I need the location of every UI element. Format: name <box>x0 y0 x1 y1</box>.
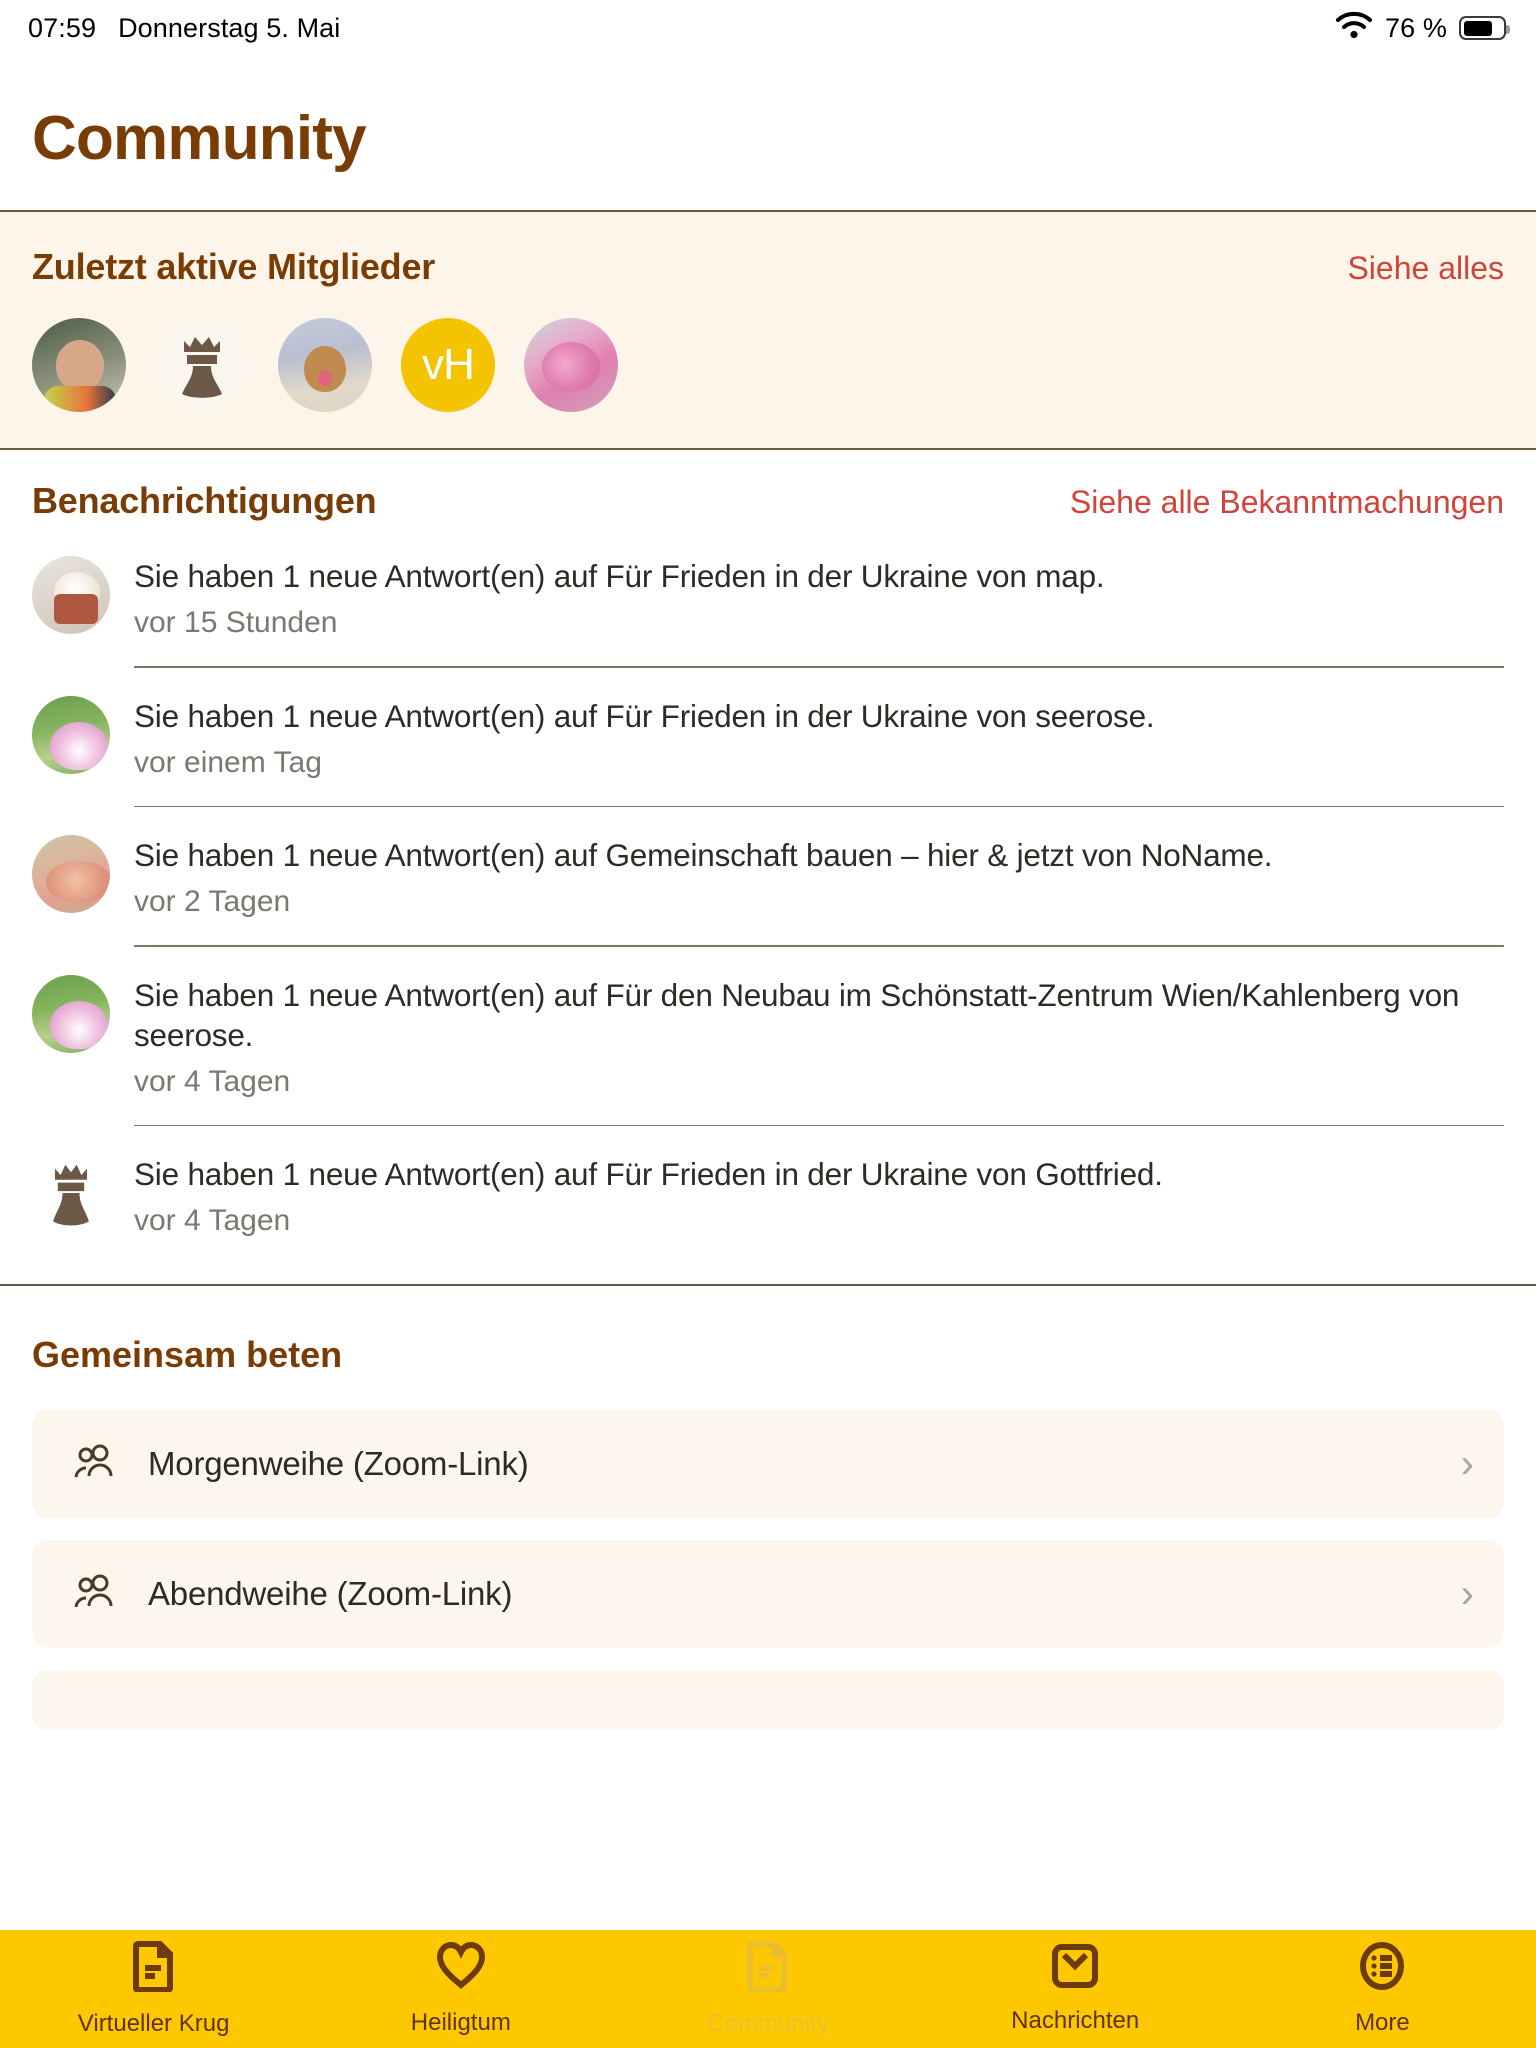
people-icon <box>70 1573 118 1615</box>
battery-percent: 76 % <box>1385 12 1447 43</box>
pray-together-title: Gemeinsam beten <box>32 1334 343 1375</box>
document-icon <box>746 1940 790 1997</box>
avatar-vh-monogram[interactable]: vH <box>401 318 495 412</box>
tab-label: Heiligtum <box>410 2009 511 2036</box>
notification-separator <box>134 945 1504 947</box>
avatar-dog-photo[interactable] <box>278 318 372 412</box>
avatar-crown[interactable] <box>155 318 249 412</box>
notification-text: Sie haben 1 neue Antwort(en) auf Für den… <box>134 976 1460 1053</box>
pray-item-morgenweihe[interactable]: Morgenweihe (Zoom-Link) › <box>32 1410 1504 1518</box>
notification-text: Sie haben 1 neue Antwort(en) auf Für Fri… <box>134 558 1105 594</box>
see-all-announcements-link[interactable]: Siehe alle Bekanntmachungen <box>1070 484 1504 521</box>
page-title: Community <box>32 104 367 173</box>
notification-separator <box>134 805 1504 807</box>
notification-avatar <box>32 835 110 913</box>
status-time: 07:59 <box>28 12 97 43</box>
chevron-right-icon: › <box>1460 1442 1474 1486</box>
notification-avatar <box>32 556 110 634</box>
tab-community[interactable]: Community <box>614 1940 921 2038</box>
crown-icon <box>182 337 222 398</box>
notification-time: vor einem Tag <box>134 745 322 779</box>
notification-avatar <box>32 695 110 774</box>
active-members-section: Zuletzt aktive Mitglieder Siehe alles vH <box>0 212 1536 448</box>
notification-item[interactable]: Sie haben 1 neue Antwort(en) auf Für Fri… <box>32 550 1504 644</box>
notification-time: vor 2 Tagen <box>134 885 291 918</box>
see-all-members-link[interactable]: Siehe alles <box>1347 250 1504 287</box>
heart-icon <box>436 1941 486 1996</box>
notification-time: vor 4 Tagen <box>134 1204 291 1237</box>
notifications-section: Benachrichtigungen Siehe alle Bekanntmac… <box>0 450 1536 1242</box>
notification-text: Sie haben 1 neue Antwort(en) auf Für Fri… <box>134 697 1155 734</box>
bottom-tab-bar: Virtueller Krug Heiligtum Community Nach… <box>0 1930 1536 2048</box>
document-icon <box>132 1940 176 1997</box>
status-bar: 07:59 Donnerstag 5. Mai 76 % <box>0 0 1536 56</box>
notification-text: Sie haben 1 neue Antwort(en) auf Gemeins… <box>134 837 1273 873</box>
notification-time: vor 4 Tagen <box>134 1064 291 1098</box>
avatar-blossom-photo[interactable] <box>524 318 618 412</box>
notification-separator <box>134 1124 1504 1126</box>
pray-together-section: Gemeinsam beten Morgenweihe (Zoom-Link) … <box>0 1286 1536 1730</box>
pray-item-partial[interactable] <box>32 1670 1504 1730</box>
tab-nachrichten[interactable]: Nachrichten <box>922 1943 1229 2035</box>
notification-item[interactable]: Sie haben 1 neue Antwort(en) auf Für den… <box>32 969 1504 1103</box>
app-root: 07:59 Donnerstag 5. Mai 76 % Community Z… <box>0 0 1536 2048</box>
tab-more[interactable]: More <box>1229 1941 1536 2037</box>
tab-virtueller-krug[interactable]: Virtueller Krug <box>0 1940 307 2038</box>
status-date: Donnerstag 5. Mai <box>118 12 341 43</box>
notification-text: Sie haben 1 neue Antwort(en) auf Für Fri… <box>134 1156 1163 1192</box>
notification-item[interactable]: Sie haben 1 neue Antwort(en) auf Für Fri… <box>32 690 1504 784</box>
pray-item-abendweihe[interactable]: Abendweihe (Zoom-Link) › <box>32 1540 1504 1648</box>
pray-item-label: Abendweihe (Zoom-Link) <box>148 1575 513 1612</box>
member-avatar-list: vH <box>32 318 1504 412</box>
tab-label: Nachrichten <box>1011 2007 1140 2034</box>
crown-icon <box>53 1164 89 1226</box>
pray-item-label: Morgenweihe (Zoom-Link) <box>148 1445 529 1482</box>
active-members-title: Zuletzt aktive Mitglieder <box>32 246 436 287</box>
list-circle-icon <box>1358 1941 1406 1996</box>
status-right-cluster: 76 % <box>1335 11 1510 46</box>
wifi-icon <box>1335 11 1373 46</box>
notification-list: Sie haben 1 neue Antwort(en) auf Für Fri… <box>32 550 1504 1242</box>
notification-item[interactable]: Sie haben 1 neue Antwort(en) auf Für Fri… <box>32 1148 1504 1242</box>
page-header: Community <box>0 56 1536 210</box>
notifications-header: Benachrichtigungen Siehe alle Bekanntmac… <box>32 480 1504 522</box>
active-members-header: Zuletzt aktive Mitglieder Siehe alles <box>32 246 1504 288</box>
people-icon <box>70 1443 118 1485</box>
notification-avatar <box>32 1154 110 1232</box>
notification-item[interactable]: Sie haben 1 neue Antwort(en) auf Gemeins… <box>32 829 1504 923</box>
chevron-right-icon: › <box>1460 1572 1474 1616</box>
notifications-title: Benachrichtigungen <box>32 480 377 521</box>
tab-label: More <box>1355 2009 1410 2036</box>
battery-icon <box>1459 16 1510 40</box>
tab-heiligtum[interactable]: Heiligtum <box>307 1941 614 2037</box>
notification-avatar <box>32 974 110 1053</box>
avatar-man-photo[interactable] <box>32 318 126 412</box>
notification-separator <box>134 666 1504 668</box>
envelope-icon <box>1050 1943 1100 1994</box>
tab-label: Virtueller Krug <box>77 2010 230 2037</box>
tab-label: Community <box>707 2010 829 2037</box>
notification-time: vor 15 Stunden <box>134 606 338 639</box>
